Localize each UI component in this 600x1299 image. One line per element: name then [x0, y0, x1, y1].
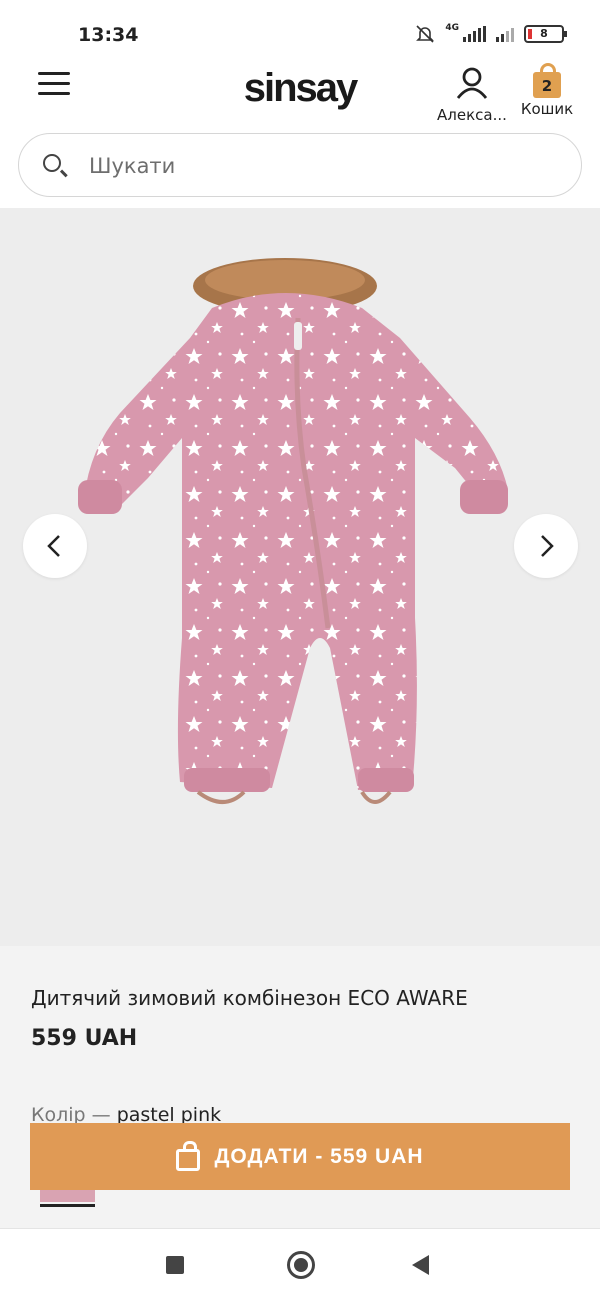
search-icon: [43, 154, 61, 172]
gallery-prev-button[interactable]: [23, 514, 87, 578]
cart-bag-icon: 2: [533, 63, 561, 98]
account-label: Алекса...: [437, 106, 507, 124]
recents-icon[interactable]: [166, 1256, 184, 1274]
user-icon: [456, 67, 488, 99]
cart-count: 2: [541, 77, 553, 95]
product-title: Дитячий зимовий комбінезон ECO AWARE: [31, 986, 468, 1010]
android-nav-bar: [0, 1228, 600, 1299]
cart-button[interactable]: 2 Кошик: [518, 63, 576, 118]
product-price: 559 UAH: [31, 1026, 138, 1051]
gallery-next-button[interactable]: [514, 514, 578, 578]
search-input[interactable]: Шукати: [18, 133, 582, 197]
chevron-left-icon: [47, 535, 60, 557]
product-gallery[interactable]: [0, 208, 600, 946]
battery-icon: 8: [524, 25, 567, 43]
signal-2-icon: [496, 26, 514, 42]
cart-label: Кошик: [520, 100, 574, 118]
home-icon[interactable]: [287, 1251, 315, 1279]
shopping-bag-icon: [176, 1140, 201, 1171]
back-icon[interactable]: [412, 1255, 429, 1275]
signal-icon: [463, 26, 486, 42]
search-placeholder: Шукати: [89, 154, 176, 178]
site-header: sinsay Алекса... 2 Кошик: [0, 60, 600, 126]
product-image[interactable]: [0, 208, 600, 946]
status-time: 13:34: [78, 24, 139, 46]
add-to-cart-label: ДОДАТИ - 559 UAH: [214, 1144, 424, 1168]
chevron-right-icon: [541, 535, 554, 557]
status-bar: 13:34 4G 8: [0, 0, 600, 68]
network-type: 4G: [445, 23, 459, 33]
add-to-cart-button[interactable]: ДОДАТИ - 559 UAH: [30, 1123, 570, 1190]
mute-bell-icon: [416, 25, 435, 43]
swatch-selected-indicator: [40, 1204, 95, 1207]
status-icons: 4G 8: [415, 23, 567, 44]
account-button[interactable]: Алекса...: [430, 66, 514, 124]
